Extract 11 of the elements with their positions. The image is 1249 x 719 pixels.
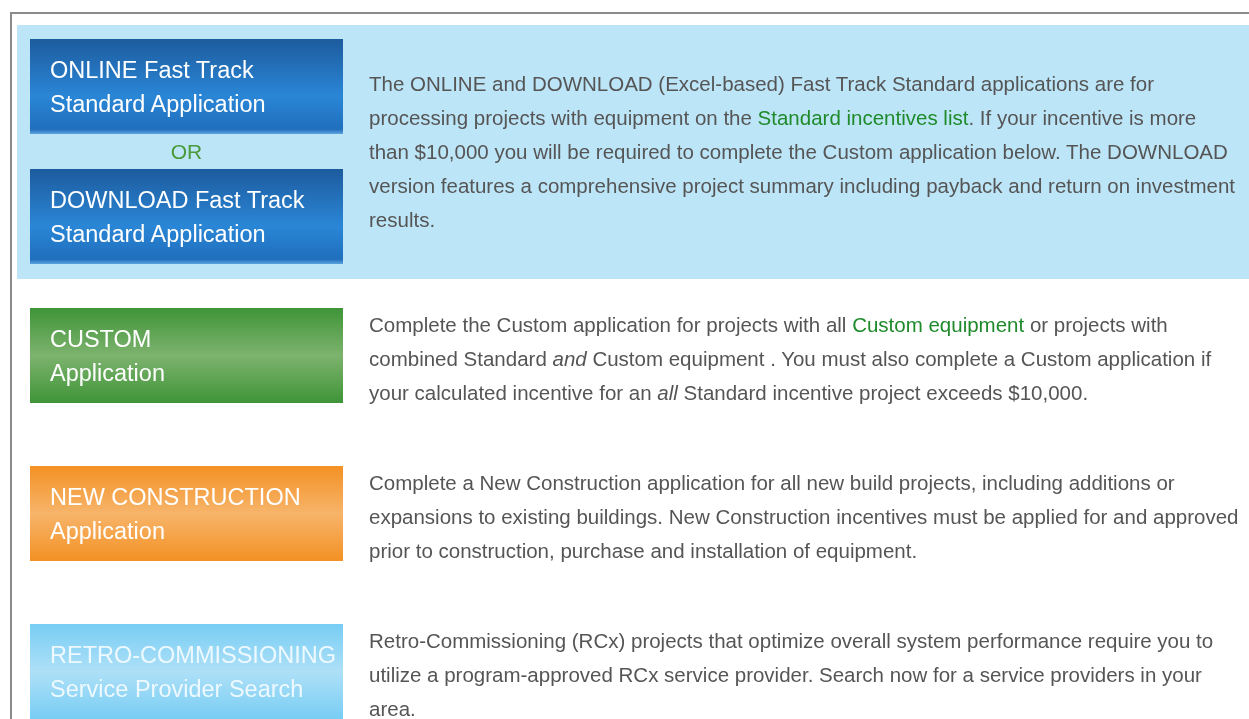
or-label: OR xyxy=(169,139,204,165)
description-text: Retro-Commissioning (RCx) projects that optimize overall system performance require you to utilize a program-approved RCx service provider. Search now for a service providers in your area. xyxy=(369,628,1215,719)
application-button[interactable]: ONLINE Fast Track Standard Application xyxy=(30,39,343,134)
application-button[interactable]: DOWNLOAD Fast Track Standard Application xyxy=(30,169,343,264)
description-text: The ONLINE and DOWNLOAD (Excel-based) Fast Track Standard applications are for processing projects with equipment on the Standard incentives list. If your incentive is more than $10,000 you will be required to complete the Custom application below. The DOWNLOAD version features a comprehensive project summary including payback and return on investment results. xyxy=(369,70,1236,233)
description-link[interactable]: Custom equipment xyxy=(852,313,1025,336)
application-button[interactable]: CUSTOM Application xyxy=(30,308,343,403)
description-text: Complete the Custom application for projects with all Custom equipment or projects with combined Standard and Custom equipment . You must also complete a Custom application if your calculated incentive for an all Standard incentive project exceeds $10,000. xyxy=(369,312,1213,406)
description-text: Complete a New Construction application for all new build projects, including additions or expansions to existing buildings. New Construction incentives must be applied for and approved prior to construction, purchase and installation of equipment. xyxy=(369,470,1240,564)
description-link[interactable]: Standard incentives list xyxy=(757,105,969,129)
application-button[interactable]: NEW CONSTRUCTION Application xyxy=(30,466,343,561)
